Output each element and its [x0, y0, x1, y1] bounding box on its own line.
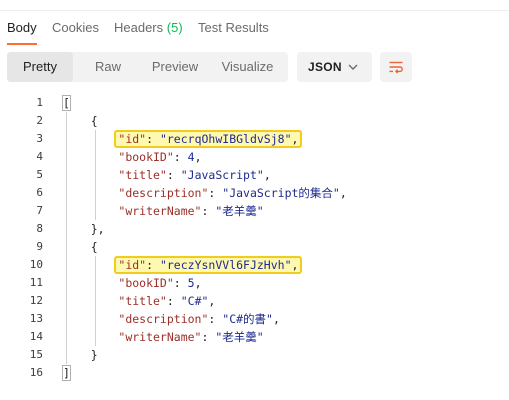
code-line: 12 "title": "C#",: [0, 292, 509, 310]
bracket: [: [62, 95, 71, 111]
line-number: 13: [29, 312, 43, 325]
json-key: "title": [118, 168, 167, 182]
code-text: "bookID": 5,: [118, 276, 202, 290]
code-line: 6 "description": "JavaScript的集合",: [0, 184, 509, 202]
view-mode-visualize[interactable]: Visualize: [207, 52, 288, 82]
line-number: 10: [29, 258, 43, 271]
json-string: "老羊羹": [215, 204, 264, 218]
code-text: "writerName": "老羊羹": [118, 330, 264, 344]
headers-count-badge: (5): [166, 20, 183, 35]
json-key: "description": [118, 186, 209, 200]
json-key: "description": [118, 312, 209, 326]
json-string: "recrqOhwIBGldvSj8": [159, 132, 292, 146]
chevron-down-icon: [348, 64, 358, 70]
json-string: "C#": [180, 294, 209, 308]
line-number: 14: [29, 330, 43, 343]
line-number: 1: [36, 96, 43, 109]
code-line: 14 "writerName": "老羊羹": [0, 328, 509, 346]
code-line: 13 "description": "C#的書",: [0, 310, 509, 328]
json-string: "C#的書": [222, 312, 273, 326]
code-text: "description": "C#的書",: [118, 312, 280, 326]
json-number: 4: [187, 150, 195, 164]
code-line: 8 },: [0, 220, 509, 238]
view-mode-pretty[interactable]: Pretty: [7, 52, 73, 82]
json-string: "老羊羹": [215, 330, 264, 344]
json-key: "writerName": [118, 330, 202, 344]
top-divider: [0, 0, 509, 11]
json-key: "bookID": [118, 150, 174, 164]
code-text: ]: [62, 364, 71, 382]
code-text: "title": "JavaScript",: [118, 168, 271, 182]
line-number: 3: [36, 132, 43, 145]
code-text: {: [63, 240, 98, 254]
json-key: "bookID": [118, 276, 174, 290]
line-number: 6: [36, 186, 43, 199]
code-text: },: [63, 222, 105, 236]
active-tab-indicator: [7, 43, 37, 45]
json-number: 5: [187, 276, 195, 290]
highlighted-id: "id": "reczYsnVVl6FJzHvh",: [114, 256, 303, 274]
code-text: "title": "C#",: [118, 294, 216, 308]
code-line: 10 "id": "reczYsnVVl6FJzHvh",: [0, 256, 509, 274]
code-line: 7 "writerName": "老羊羹": [0, 202, 509, 220]
code-text: "description": "JavaScript的集合",: [118, 186, 347, 200]
line-number: 2: [36, 114, 43, 127]
wrap-lines-button[interactable]: [380, 52, 412, 82]
view-mode-raw[interactable]: Raw: [73, 52, 143, 82]
code-line: 3 "id": "recrqOhwIBGldvSj8",: [0, 130, 509, 148]
bracket: ]: [62, 365, 71, 381]
view-mode-selector: Pretty Raw Preview Visualize: [7, 52, 288, 82]
code-text: "writerName": "老羊羹": [118, 204, 264, 218]
tab-test-results[interactable]: Test Results: [198, 20, 269, 35]
json-key: "id": [118, 132, 147, 146]
wrap-lines-icon: [389, 61, 403, 74]
code-line: 5 "title": "JavaScript",: [0, 166, 509, 184]
code-line: 4 "bookID": 4,: [0, 148, 509, 166]
tab-headers-label: Headers: [114, 20, 164, 35]
format-dropdown-value: JSON: [308, 60, 342, 74]
code-line: 16 ]: [0, 364, 509, 382]
line-number: 9: [36, 240, 43, 253]
code-line: 15 }: [0, 346, 509, 364]
code-text: "id": "reczYsnVVl6FJzHvh",: [63, 256, 303, 274]
code-line: 11 "bookID": 5,: [0, 274, 509, 292]
code-text: {: [63, 114, 98, 128]
json-string: "JavaScript的集合": [222, 186, 340, 200]
json-key: "writerName": [118, 204, 202, 218]
code-line: 2 {: [0, 112, 509, 130]
code-text: }: [63, 348, 98, 362]
json-key: "title": [118, 294, 167, 308]
line-number: 4: [36, 150, 43, 163]
line-number: 5: [36, 168, 43, 181]
tab-cookies[interactable]: Cookies: [52, 20, 99, 35]
view-mode-preview[interactable]: Preview: [143, 52, 207, 82]
tab-headers[interactable]: Headers (5): [114, 20, 183, 35]
json-string: "reczYsnVVl6FJzHvh": [159, 258, 292, 272]
json-string: "JavaScript": [180, 168, 264, 182]
line-number: 8: [36, 222, 43, 235]
code-line: 9 {: [0, 238, 509, 256]
line-number: 12: [29, 294, 43, 307]
format-dropdown[interactable]: JSON: [297, 52, 372, 82]
code-line: 1 [: [0, 94, 509, 112]
line-number: 11: [29, 276, 43, 289]
code-text: "bookID": 4,: [118, 150, 202, 164]
json-key: "id": [118, 258, 147, 272]
line-number: 7: [36, 204, 43, 217]
code-text: [: [62, 94, 71, 112]
line-number: 16: [29, 366, 43, 379]
highlighted-id: "id": "recrqOhwIBGldvSj8",: [114, 130, 303, 148]
tab-body[interactable]: Body: [7, 20, 37, 35]
code-text: "id": "recrqOhwIBGldvSj8",: [63, 130, 303, 148]
line-number: 15: [29, 348, 43, 361]
